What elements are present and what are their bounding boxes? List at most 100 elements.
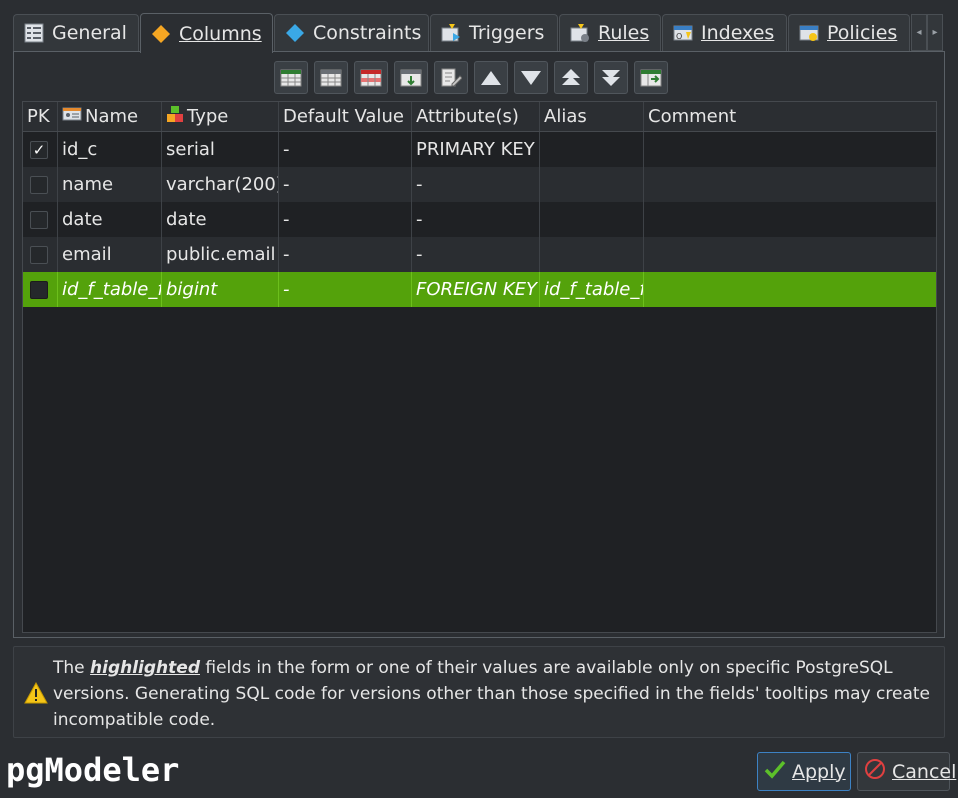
tab-bar: General Columns Constraints Triggers Rul… — [13, 13, 945, 53]
tab-general[interactable]: General — [13, 14, 139, 51]
apply-button[interactable]: Apply — [757, 752, 851, 791]
tab-label: Rules — [598, 22, 650, 44]
move-down-icon — [521, 70, 541, 85]
pk-cell — [23, 167, 58, 202]
edit-row-button[interactable] — [314, 61, 348, 94]
warning-text: The highlighted fields in the form or on… — [53, 655, 933, 733]
header-label: Comment — [648, 106, 737, 127]
tab-indexes[interactable]: O Indexes — [662, 14, 787, 51]
add-row-button[interactable] — [274, 61, 308, 94]
remove-row-button[interactable] — [354, 61, 388, 94]
header-type[interactable]: Type — [162, 102, 279, 131]
column-name-icon — [62, 106, 82, 127]
tab-label: General — [52, 22, 127, 44]
tab-constraints[interactable]: Constraints — [274, 14, 429, 51]
pk-cell: ✓ — [23, 132, 58, 167]
index-icon: O — [673, 23, 693, 43]
comment-cell — [644, 272, 936, 307]
comment-cell — [644, 202, 936, 237]
data-type-icon — [166, 105, 184, 128]
duplicate-row-icon — [400, 69, 422, 86]
attributes-cell: FOREIGN KEY — [412, 272, 540, 307]
tab-policies[interactable]: Policies — [788, 14, 910, 51]
policy-icon — [799, 23, 819, 43]
pk-cell — [23, 237, 58, 272]
alias-cell — [540, 237, 644, 272]
header-pk[interactable]: PK — [23, 102, 58, 131]
edit-icon — [441, 68, 462, 86]
columns-panel: PK Name Type Default Value Attribute(s) … — [13, 51, 945, 638]
warning-text-highlight: highlighted — [90, 658, 200, 678]
cancel-button[interactable]: Cancel — [857, 752, 956, 791]
pk-checkbox[interactable] — [30, 175, 48, 194]
move-top-button[interactable] — [554, 61, 588, 94]
constraint-icon — [285, 23, 305, 43]
move-top-icon — [562, 68, 580, 85]
header-name[interactable]: Name — [58, 102, 162, 131]
pgmodeler-logo: pgModeler — [6, 751, 180, 789]
pk-checkbox[interactable]: ✓ — [30, 140, 48, 159]
header-alias[interactable]: Alias — [540, 102, 644, 131]
header-label: Alias — [544, 106, 587, 127]
name-cell: date — [58, 202, 162, 237]
warning-text-prefix: The — [53, 658, 91, 678]
comment-cell — [644, 167, 936, 202]
update-row-button[interactable] — [634, 61, 668, 94]
duplicate-row-button[interactable] — [394, 61, 428, 94]
move-up-icon — [481, 70, 501, 85]
table-row-selected[interactable]: id_f_table_f bigint - FOREIGN KEY id_f_t… — [23, 272, 936, 307]
cancel-icon — [864, 758, 886, 785]
header-comment[interactable]: Comment — [644, 102, 936, 131]
tab-columns[interactable]: Columns — [140, 13, 273, 53]
header-label: PK — [27, 106, 50, 127]
checkmark-icon — [764, 759, 786, 784]
version-warning-box: The highlighted fields in the form or on… — [13, 646, 945, 738]
tab-label: Columns — [179, 22, 262, 45]
type-cell: serial — [162, 132, 279, 167]
default-cell: - — [279, 167, 412, 202]
header-label: Attribute(s) — [416, 106, 519, 127]
pk-checkbox[interactable] — [30, 210, 48, 229]
header-default[interactable]: Default Value — [279, 102, 412, 131]
table-header: PK Name Type Default Value Attribute(s) … — [23, 102, 936, 132]
columns-table[interactable]: PK Name Type Default Value Attribute(s) … — [22, 101, 937, 633]
table-row[interactable]: email public.email - - — [23, 237, 936, 272]
tab-label: Triggers — [469, 22, 545, 44]
table-toolbar — [274, 61, 668, 94]
header-attributes[interactable]: Attribute(s) — [412, 102, 540, 131]
move-down-button[interactable] — [514, 61, 548, 94]
update-row-icon — [640, 69, 662, 86]
table-row[interactable]: ✓ id_c serial - PRIMARY KEY — [23, 132, 936, 167]
svg-text:O: O — [676, 32, 682, 41]
type-cell: varchar(200) — [162, 167, 279, 202]
header-label: Name — [85, 106, 139, 127]
pk-checkbox[interactable] — [30, 280, 48, 299]
type-cell: date — [162, 202, 279, 237]
default-cell: - — [279, 132, 412, 167]
tab-label: Policies — [827, 22, 898, 44]
tab-scroll-right-button[interactable]: ▸ — [927, 14, 943, 51]
table-row[interactable]: name varchar(200) - - — [23, 167, 936, 202]
default-cell: - — [279, 272, 412, 307]
pk-cell — [23, 272, 58, 307]
edit-row-icon — [320, 69, 342, 86]
pk-cell — [23, 202, 58, 237]
tab-rules[interactable]: Rules — [559, 14, 661, 51]
add-row-icon — [280, 69, 302, 86]
table-row[interactable]: date date - - — [23, 202, 936, 237]
table-properties-icon — [24, 23, 44, 43]
attributes-cell: PRIMARY KEY — [412, 132, 540, 167]
type-cell: bigint — [162, 272, 279, 307]
pk-checkbox[interactable] — [30, 245, 48, 264]
edit-button[interactable] — [434, 61, 468, 94]
alias-cell — [540, 132, 644, 167]
tab-scroll-left-button[interactable]: ◂ — [911, 14, 927, 51]
move-up-button[interactable] — [474, 61, 508, 94]
tab-triggers[interactable]: Triggers — [430, 14, 558, 51]
name-cell: id_f_table_f — [58, 272, 162, 307]
name-cell: id_c — [58, 132, 162, 167]
move-bottom-button[interactable] — [594, 61, 628, 94]
name-cell: name — [58, 167, 162, 202]
comment-cell — [644, 132, 936, 167]
attributes-cell: - — [412, 202, 540, 237]
